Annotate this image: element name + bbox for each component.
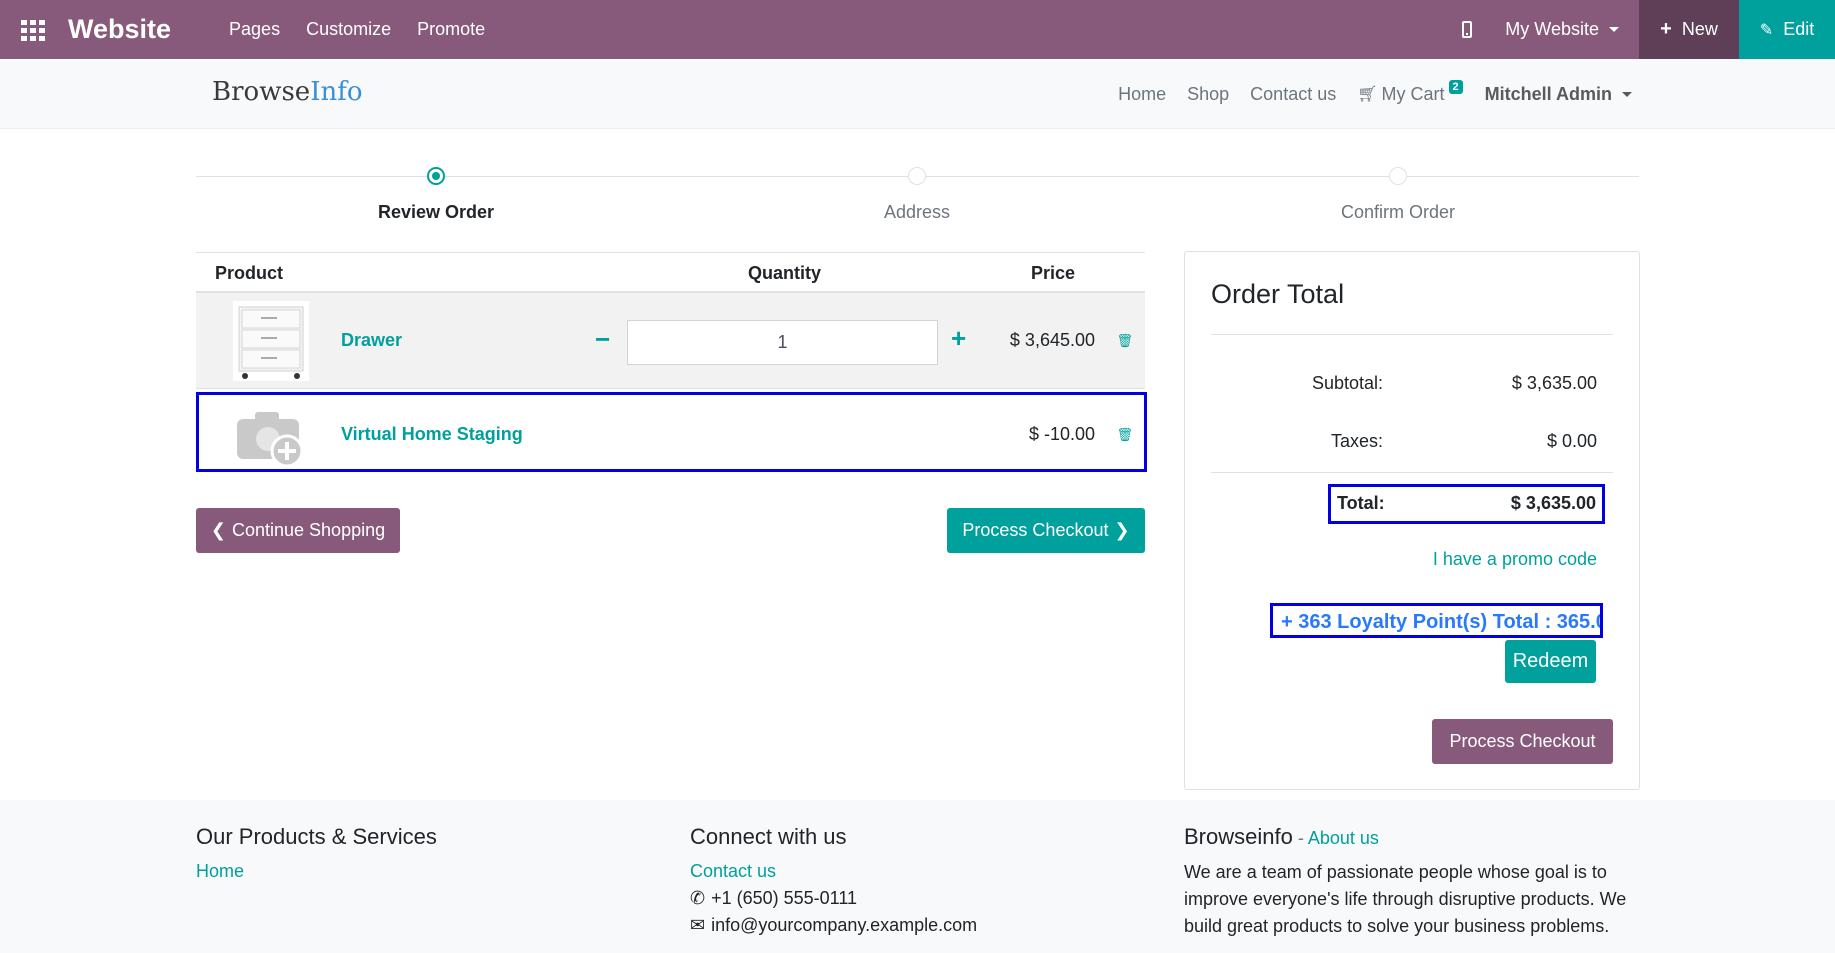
process-checkout-label: Process Checkout [962, 520, 1109, 540]
total-highlight: Total: $ 3,635.00 [1328, 484, 1605, 524]
admin-menu: Pages Customize Promote [229, 19, 485, 40]
order-total-title: Order Total [1211, 279, 1345, 309]
footer-description: We are a team of passionate people whose… [1184, 862, 1627, 936]
drawer-product-image[interactable] [233, 301, 309, 381]
site-logo[interactable]: BrowseInfo [212, 77, 362, 107]
footer-brand-name: Browseinfo [1184, 824, 1293, 849]
menu-customize[interactable]: Customize [306, 19, 391, 40]
divider [1211, 472, 1613, 473]
user-name: Mitchell Admin [1484, 83, 1612, 104]
footer-phone: ✆ +1 (650) 555-0111 [690, 885, 977, 912]
step-dot-address [908, 167, 926, 185]
footer-email: ✉ info@yourcompany.example.com [690, 912, 977, 939]
process-checkout-button[interactable]: Process Checkout ❯ [947, 508, 1145, 553]
new-button-label: New [1681, 19, 1718, 39]
process-checkout-button-secondary[interactable]: Process Checkout [1432, 719, 1613, 764]
continue-shopping-label: Continue Shopping [231, 520, 386, 540]
phone-icon: ✆ [690, 888, 706, 908]
admin-bar: Website Pages Customize Promote My Websi… [0, 0, 1835, 59]
table-row: Drawer − + $ 3,645.00 🗑︎ [196, 293, 1145, 389]
plus-icon: + [1660, 18, 1672, 40]
user-menu[interactable]: Mitchell Admin [1485, 84, 1632, 105]
header-price: Price [1031, 263, 1076, 283]
taxes-label: Taxes: [1330, 431, 1383, 451]
chevron-down-icon [1622, 91, 1632, 97]
app-title: Website [68, 14, 172, 44]
pencil-icon: ✎ [1759, 21, 1774, 39]
chevron-left-icon: ❮ [210, 520, 226, 540]
step-address: Address [883, 202, 951, 222]
edit-button[interactable]: ✎ Edit [1739, 0, 1835, 59]
cart-icon: 🛒︎ [1357, 86, 1378, 103]
redeem-button[interactable]: Redeem [1505, 640, 1596, 683]
footer-email-address[interactable]: info@yourcompany.example.com [711, 912, 977, 939]
divider [1211, 334, 1613, 335]
site-header: BrowseInfo Home Shop Contact us 🛒︎ My Ca… [0, 59, 1835, 129]
footer-products: Our Products & Services Home [196, 824, 437, 885]
footer-connect: Connect with us Contact us ✆ +1 (650) 55… [690, 824, 977, 939]
footer-phone-number: +1 (650) 555-0111 [711, 888, 858, 908]
nav-home[interactable]: Home [1118, 84, 1166, 105]
footer-about-link[interactable]: About us [1308, 828, 1379, 848]
chevron-down-icon [1609, 27, 1619, 32]
site-nav: Home Shop Contact us 🛒︎ My Cart 2 Mitche… [1097, 59, 1632, 129]
total-label: Total: [1337, 493, 1385, 513]
header-quantity: Quantity [748, 263, 822, 283]
header-product: Product [215, 263, 284, 283]
loyalty-points-highlight: + 363 Loyalty Point(s) Total : 365.0 [1270, 603, 1603, 638]
footer: Our Products & Services Home Connect wit… [0, 800, 1835, 953]
step-dot-review [427, 167, 445, 185]
chevron-right-icon: ❯ [1114, 520, 1130, 540]
admin-right: My Website + New ✎ Edit [1437, 0, 1835, 59]
product-name-drawer[interactable]: Drawer [341, 330, 402, 351]
quantity-minus-icon[interactable]: − [595, 324, 610, 355]
footer-about: Browseinfo - About us We are a team of p… [1184, 824, 1640, 940]
footer-contact-link[interactable]: Contact us [690, 858, 977, 885]
continue-shopping-button[interactable]: ❮ Continue Shopping [196, 508, 400, 553]
table-header: Product Quantity Price [196, 252, 1145, 293]
footer-products-title: Our Products & Services [196, 824, 437, 849]
loyalty-points-text: + 363 Loyalty Point(s) Total : 365.0 [1281, 611, 1603, 633]
website-selector-label: My Website [1505, 19, 1599, 39]
subtotal-value: $ 3,635.00 [1511, 373, 1597, 393]
total-value: $ 3,635.00 [1510, 493, 1596, 513]
nav-shop[interactable]: Shop [1187, 84, 1229, 105]
envelope-icon: ✉ [690, 915, 706, 935]
menu-pages[interactable]: Pages [229, 19, 280, 40]
highlight-frame [196, 392, 1147, 472]
nav-cart-label: My Cart [1381, 83, 1445, 104]
order-total-card: Order Total Subtotal: $ 3,635.00 Taxes: … [1184, 251, 1640, 790]
nav-contact[interactable]: Contact us [1250, 84, 1336, 105]
step-confirm-order: Confirm Order [1340, 202, 1456, 222]
footer-about-title: Browseinfo - About us [1184, 824, 1640, 851]
website-selector[interactable]: My Website [1497, 0, 1639, 59]
quantity-input[interactable] [627, 320, 938, 365]
logo-text-info: Info [310, 77, 363, 107]
edit-button-label: Edit [1783, 19, 1815, 39]
quantity-plus-icon[interactable]: + [951, 323, 966, 354]
nav-cart[interactable]: 🛒︎ My Cart 2 [1357, 80, 1463, 105]
footer-separator: - [1292, 828, 1308, 848]
step-review-order: Review Order [377, 202, 495, 222]
new-button[interactable]: + New [1639, 0, 1739, 59]
promo-code-link[interactable]: I have a promo code [1433, 549, 1597, 570]
subtotal-label: Subtotal: [1311, 373, 1383, 393]
mobile-preview-icon[interactable] [1437, 0, 1497, 59]
menu-promote[interactable]: Promote [417, 19, 485, 40]
logo-text-browse: Browse [212, 77, 311, 107]
cart-count-badge: 2 [1448, 80, 1463, 94]
footer-connect-title: Connect with us [690, 824, 847, 849]
footer-home-link[interactable]: Home [196, 858, 437, 885]
taxes-value: $ 0.00 [1546, 431, 1597, 451]
trash-icon[interactable]: 🗑︎ [1116, 333, 1133, 349]
apps-grid-icon[interactable] [21, 19, 46, 41]
step-dot-confirm [1389, 167, 1407, 185]
price-drawer: $ 3,645.00 [1009, 330, 1095, 350]
